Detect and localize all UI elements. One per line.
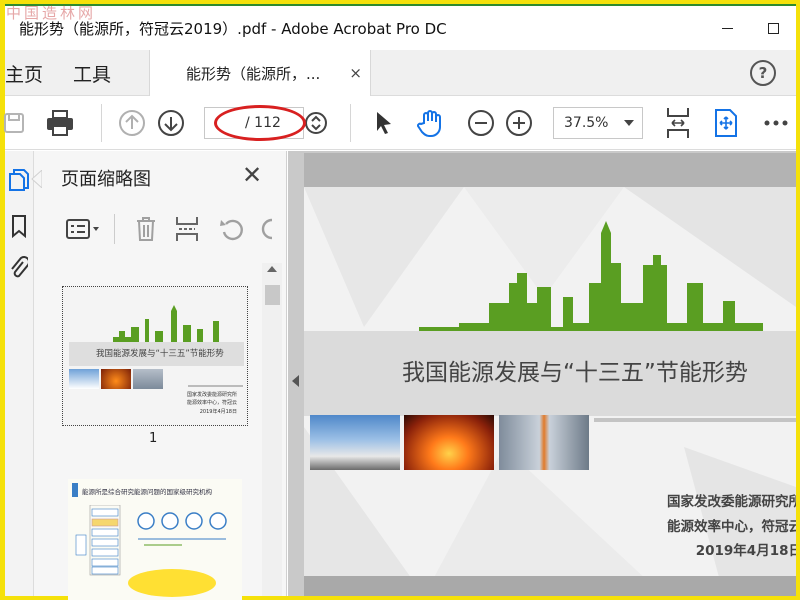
page-total: / 112 [245, 115, 281, 131]
document-tab[interactable]: 能形势（能源所，... × [149, 50, 371, 96]
thumbnail-page-number: 1 [149, 431, 158, 446]
zoom-in-icon[interactable] [504, 108, 534, 138]
toolbar: / 112 37.5% [4, 96, 796, 150]
scroll-stepper-icon[interactable] [301, 108, 331, 138]
thumbnail-date: 2019年4月18日 [199, 409, 237, 415]
rotate-counterclockwise-icon[interactable] [216, 214, 246, 244]
thumbnail-title: 能源所是综合研究能源问题的国家级研究机构 [82, 488, 212, 496]
menu-tools[interactable]: 工具 [73, 60, 111, 87]
thumbnail-photo-steel [101, 369, 131, 389]
document-tab-label: 能形势（能源所，... [186, 64, 321, 83]
navigation-rail [5, 151, 34, 596]
chevron-down-icon [624, 120, 634, 126]
next-page-icon[interactable] [156, 108, 186, 138]
document-page: 我国能源发展与“十三五”节能形势 国家发改委能源研究所 能源效率中心，符冠云 2… [304, 153, 796, 596]
page-number-field[interactable]: / 112 [204, 107, 304, 139]
toolbar-divider [101, 104, 102, 142]
photo-steel-furnace [404, 415, 494, 470]
thumbnail-options-icon[interactable] [64, 214, 104, 244]
watermark: 中国造林网 [6, 4, 97, 22]
collapse-panel-icon[interactable] [292, 375, 299, 387]
panel-pointer [31, 170, 42, 188]
thumbnail-accent-bar [72, 483, 78, 497]
scrollbar-thumb[interactable] [265, 285, 280, 305]
attachments-icon[interactable] [8, 255, 30, 281]
scroll-up-icon[interactable] [267, 266, 277, 272]
bookmarks-icon[interactable] [8, 213, 30, 239]
thumbnail-center: 能源效率中心，符冠云 [186, 400, 237, 406]
thumbnail-title: 我国能源发展与“十三五”节能形势 [96, 349, 224, 359]
panel-close-icon[interactable]: ✕ [242, 161, 262, 189]
page-thumbnails-icon[interactable] [8, 167, 30, 193]
toolbar-divider [350, 104, 351, 142]
skyline-graphic [419, 221, 763, 333]
zoom-level-value: 37.5% [564, 115, 609, 131]
window-title: 能形势（能源所，符冠云2019）.pdf - Adobe Acrobat Pro… [19, 19, 447, 38]
panel-divider [114, 214, 115, 244]
delete-page-icon[interactable] [131, 214, 161, 244]
zoom-level-select[interactable]: 37.5% [553, 107, 643, 139]
page-number-input[interactable] [209, 111, 241, 135]
photo-power-plant [310, 415, 400, 470]
fit-page-icon[interactable] [663, 108, 693, 138]
title-bar: 能形势（能源所，符冠云2019）.pdf - Adobe Acrobat Pro… [5, 6, 796, 50]
skyline-graphic [113, 305, 219, 343]
photo-industrial-worker [499, 415, 589, 470]
thumbnail-divider [188, 385, 243, 387]
thumbnail-org: 国家发改委能源研究所 [186, 392, 237, 398]
save-icon[interactable] [0, 108, 29, 138]
rotate-clockwise-icon[interactable] [256, 214, 276, 244]
minimize-icon [721, 27, 733, 29]
previous-page-icon[interactable] [117, 108, 147, 138]
thumbnail-photo-power-plant [69, 369, 99, 389]
more-options-icon[interactable] [761, 108, 791, 138]
thumbnail-photo-worker [133, 369, 163, 389]
hand-tool-icon[interactable] [416, 108, 446, 138]
panel-toolbar [34, 206, 287, 252]
thumbnails-panel: 页面缩略图 ✕ 我国能源发展与“十三五”节能形势 国家发改委能源研究所 能源效率… [34, 151, 287, 600]
slide-organization: 国家发改委能源研究所 [667, 494, 796, 510]
tab-row: 主页 工具 能形势（能源所，... × ? [5, 50, 796, 96]
help-icon[interactable]: ? [750, 60, 776, 86]
page-thumbnail-2[interactable]: 能源所是综合研究能源问题的国家级研究机构 [68, 479, 242, 600]
slide-author: 能源效率中心，符冠云 [667, 519, 796, 535]
select-cursor-icon[interactable] [369, 108, 399, 138]
tab-close-icon[interactable]: × [349, 64, 362, 82]
insert-page-icon[interactable] [172, 214, 202, 244]
slide-divider [594, 418, 796, 422]
maximize-icon [767, 22, 779, 34]
minimize-button[interactable] [704, 6, 750, 50]
print-icon[interactable] [45, 108, 75, 138]
panel-title: 页面缩略图 [61, 169, 151, 190]
org-chart-graphic [75, 505, 227, 597]
slide-bottom-band [304, 576, 796, 596]
menu-home[interactable]: 主页 [5, 60, 43, 87]
maximize-button[interactable] [750, 6, 796, 50]
frame-right [796, 0, 800, 600]
page-thumbnail-1[interactable]: 我国能源发展与“十三五”节能形势 国家发改委能源研究所 能源效率中心，符冠云 2… [62, 286, 248, 426]
slide-title: 我国能源发展与“十三五”节能形势 [402, 360, 748, 386]
zoom-out-icon[interactable] [466, 108, 496, 138]
thumbnail-scrollbar[interactable] [262, 263, 282, 596]
slide-date: 2019年4月18日 [695, 543, 796, 559]
full-screen-icon[interactable] [711, 108, 741, 138]
slide-top-band [304, 153, 796, 187]
